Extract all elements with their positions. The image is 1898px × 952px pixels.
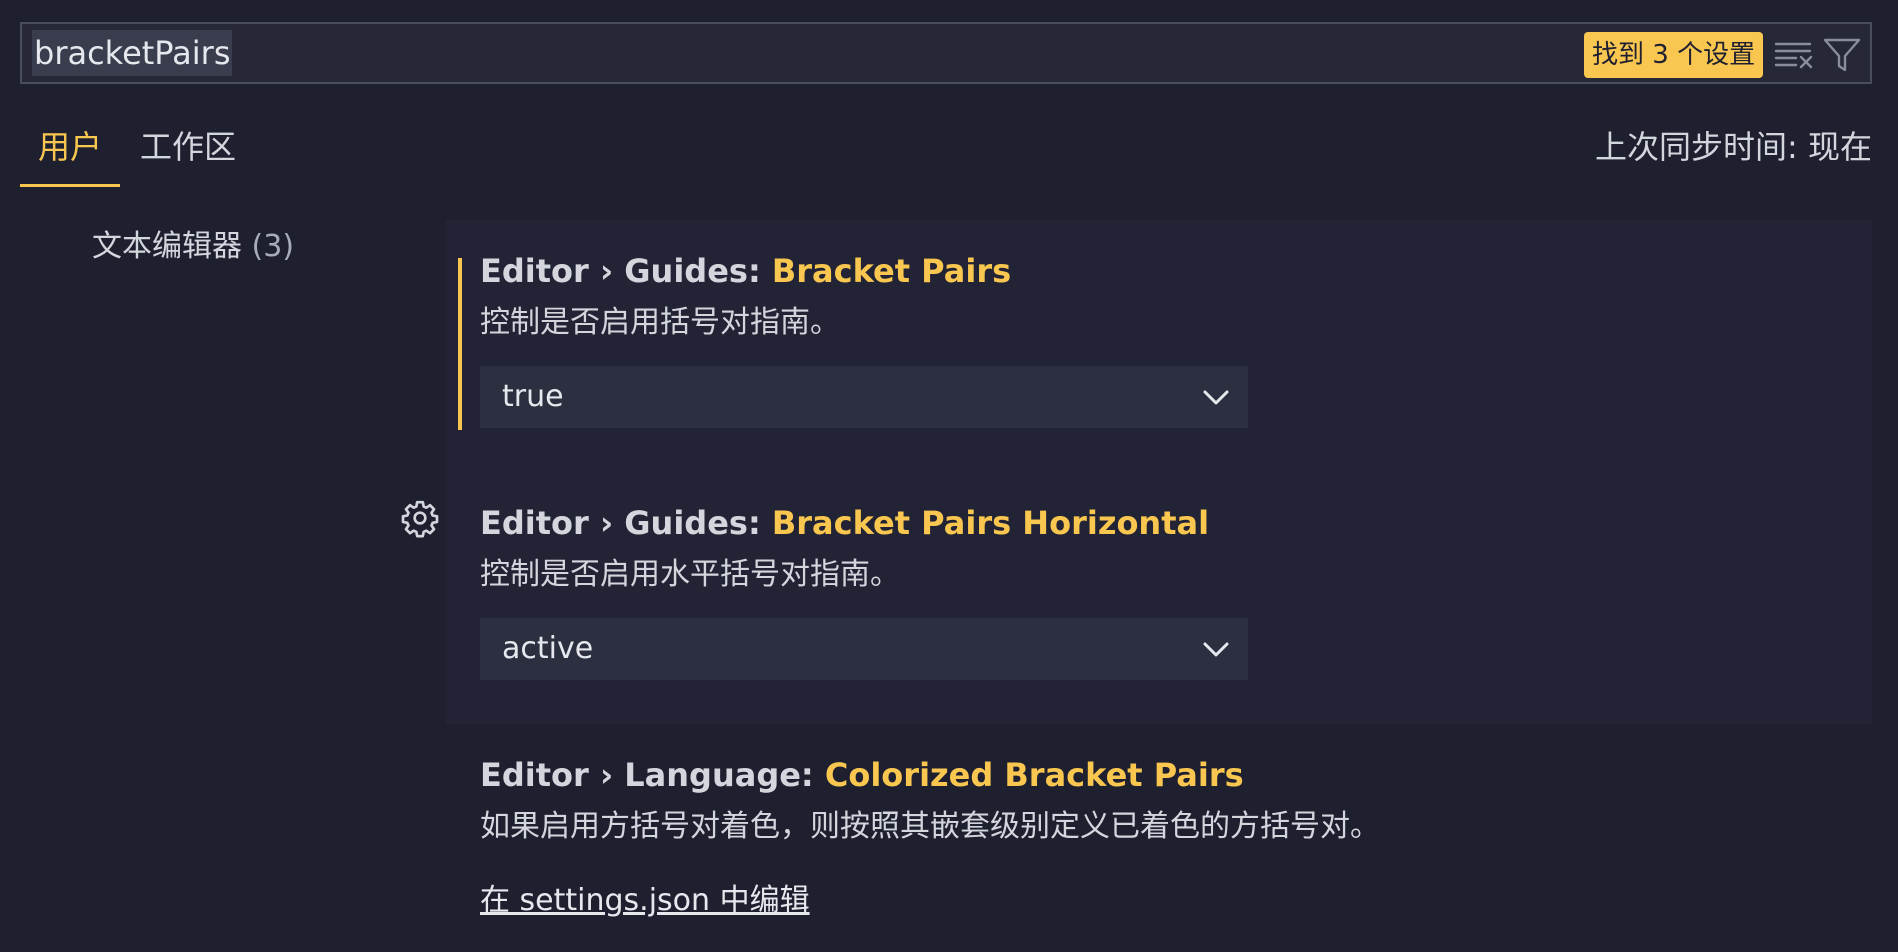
setting-category: Editor › Guides: [480, 252, 772, 290]
sync-status: 上次同步时间: 现在 [1595, 128, 1872, 166]
setting-name: Bracket Pairs Horizontal [771, 504, 1210, 542]
setting-description: 控制是否启用括号对指南。 [480, 305, 840, 340]
toc-item-label: 文本编辑器 [92, 229, 242, 264]
tab-workspace[interactable]: 工作区 [140, 118, 236, 176]
tab-user[interactable]: 用户 [38, 118, 102, 176]
bracket-pairs-horizontal-select[interactable]: active [480, 618, 1248, 680]
setting-item-colorized-bracket-pairs: Editor › Language: Colorized Bracket Pai… [446, 724, 1872, 952]
setting-description: 控制是否启用水平括号对指南。 [480, 557, 900, 592]
setting-description: 如果启用方括号对着色，则按照其嵌套级别定义已着色的方括号对。 [480, 809, 1380, 844]
search-box[interactable]: bracketPairs 找到 3 个设置 [20, 22, 1872, 84]
result-count-badge: 找到 3 个设置 [1584, 32, 1764, 78]
setting-category: Editor › Guides: [480, 504, 772, 542]
chevron-down-icon [1203, 390, 1229, 405]
setting-item-bracket-pairs: Editor › Guides: Bracket Pairs 控制是否启用括号对… [446, 220, 1872, 472]
setting-title: Editor › Guides: Bracket Pairs [480, 246, 1011, 296]
setting-name: Colorized Bracket Pairs [824, 756, 1244, 794]
filter-icon[interactable] [1822, 36, 1862, 74]
search-input[interactable]: bracketPairs [32, 30, 233, 76]
chevron-down-icon [1203, 642, 1229, 657]
setting-title: Editor › Language: Colorized Bracket Pai… [480, 750, 1244, 800]
setting-category: Editor › Language: [480, 756, 825, 794]
toc-item-text-editor[interactable]: 文本编辑器 (3) [92, 222, 294, 272]
edit-in-settings-json-link[interactable]: 在 settings.json 中编辑 [480, 876, 810, 926]
setting-title: Editor › Guides: Bracket Pairs Horizonta… [480, 498, 1209, 548]
toc-item-count: (3) [251, 229, 295, 264]
bracket-pairs-select[interactable]: true [480, 366, 1248, 428]
setting-name: Bracket Pairs [771, 252, 1012, 290]
select-value: active [502, 631, 594, 666]
clear-filter-icon[interactable] [1774, 38, 1814, 72]
modified-indicator [458, 258, 462, 430]
gear-icon[interactable] [400, 498, 440, 538]
setting-item-bracket-pairs-horizontal: Editor › Guides: Bracket Pairs Horizonta… [446, 472, 1872, 724]
active-tab-indicator [20, 184, 120, 187]
select-value: true [502, 379, 564, 414]
